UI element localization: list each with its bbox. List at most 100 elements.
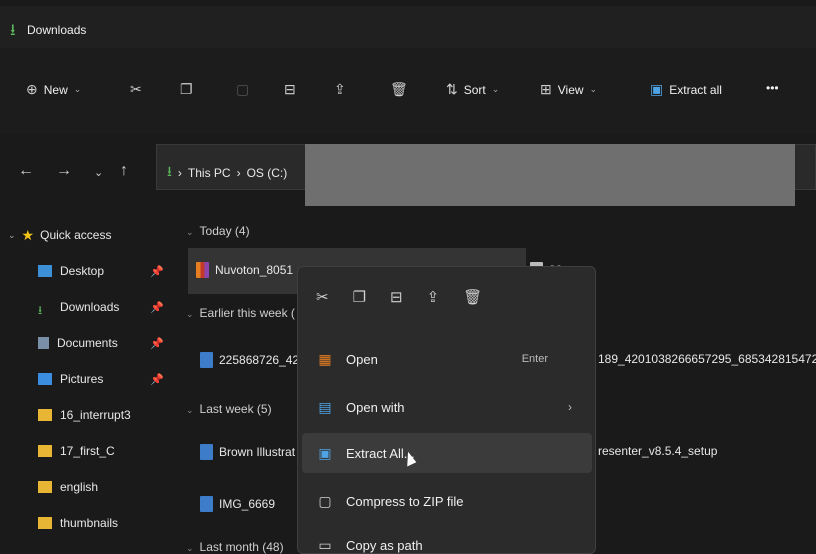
chevron-down-icon: ⌄ [73,84,82,94]
folder-icon [38,409,52,421]
menu-item-open-with[interactable]: ▤ Open with › [302,387,592,427]
menu-item-label: Compress to ZIP file [346,493,464,509]
forward-arrow-icon[interactable]: → [56,162,72,180]
sidebar-item-thumbnails[interactable]: thumbnails [0,510,178,536]
navigation-pane: ⌄ ★ Quick access Desktop 📌 ⭳ Downloads 📌… [0,212,178,554]
folder-icon [38,445,52,457]
rename-icon: ⊟ [284,81,296,97]
crumb-os-c[interactable]: OS (C:) [247,166,288,180]
new-button[interactable]: ⊕ New ⌄ [26,81,81,98]
download-icon: ⭳ [167,163,172,179]
chevron-right-icon: › [177,166,182,180]
group-header-earlier[interactable]: ⌄ Earlier this week ( [186,306,295,320]
copy-icon: ❐ [180,81,193,97]
file-189[interactable]: 189_4201038266657295_685342815472 [598,352,816,366]
group-header-last-month[interactable]: ⌄ Last month (48) [186,540,284,554]
sidebar-item-label: thumbnails [60,516,119,530]
image-icon [200,352,213,368]
sidebar-item-quick-access[interactable]: ⌄ ★ Quick access [0,222,178,248]
pictures-icon [38,373,52,385]
more-button[interactable]: ••• [766,81,779,95]
copy-icon[interactable]: ❐ [353,288,366,306]
sidebar-item-17-first-c[interactable]: 17_first_C [0,438,178,464]
sort-label: Sort [463,82,486,97]
share-button[interactable]: ⇪ [334,81,346,98]
file-name: 189_4201038266657295_685342815472 [598,352,816,366]
chevron-down-icon: ⌄ [589,84,598,94]
recent-chevron-icon[interactable]: ⌄ [94,166,103,179]
group-header-last-week[interactable]: ⌄ Last week (5) [186,402,272,416]
view-label: View [557,82,584,97]
paste-button[interactable]: ▢ [236,81,249,98]
scissors-icon: ✂ [130,81,142,97]
view-button[interactable]: ⊞ View ⌄ [540,81,597,98]
menu-item-compress-zip[interactable]: ▢ Compress to ZIP file [302,481,592,521]
rename-button[interactable]: ⊟ [284,81,296,98]
pin-icon: 📌 [150,265,164,278]
sidebar-item-label: english [60,480,99,494]
menu-item-open[interactable]: ▦ Open Enter [302,339,592,379]
file-name: resenter_v8.5.4_setup [598,444,718,458]
file-name: Brown Illustrat [219,445,296,459]
sidebar-item-label: Downloads [60,300,120,314]
menu-item-extract-all[interactable]: ▣ Extract All... [302,433,592,473]
sidebar-item-documents[interactable]: Documents 📌 [0,330,178,356]
back-arrow-icon[interactable]: ← [18,162,34,180]
extract-icon: ▣ [650,81,664,97]
sidebar-item-desktop[interactable]: Desktop 📌 [0,258,178,284]
rename-icon[interactable]: ⊟ [390,288,403,306]
sidebar-item-label: Desktop [60,264,105,278]
sort-icon: ⇅ [446,81,458,97]
file-nuvoton[interactable]: Nuvoton_8051 [196,262,293,278]
chevron-down-icon: ⌄ [8,229,16,240]
breadcrumb: ⭳ › This PC › OS (C:) [167,161,287,185]
extract-all-button[interactable]: ▣ Extract all [650,81,722,98]
crumb-this-pc[interactable]: This PC [188,166,231,180]
context-menu-icon-row: ✂ ❐ ⊟ ⇪ 🗑 [298,267,597,327]
more-icon: ••• [766,81,779,95]
file-225868726[interactable]: 225868726_42 [200,352,299,368]
trash-icon[interactable]: 🗑 [463,288,482,306]
image-icon [200,444,213,460]
command-bar: ⊕ New ⌄ ✂ ❐ ▢ ⊟ ⇪ 🗑 ⇅ Sort ⌄ ⊞ View ⌄ ▣ … [0,48,816,134]
download-icon: ⭳ [38,303,43,317]
trash-icon: 🗑 [390,81,408,97]
open-with-icon: ▤ [318,398,332,415]
up-arrow-icon[interactable]: ↑ [120,162,128,180]
group-header-today[interactable]: ⌄ Today (4) [186,224,250,238]
grid-icon: ⊞ [540,81,552,97]
new-label: New [43,82,68,97]
copy-button[interactable]: ❐ [180,81,193,98]
share-icon[interactable]: ⇪ [427,288,440,306]
title-bar: ⭳ Downloads [0,6,816,48]
file-presenter-setup[interactable]: resenter_v8.5.4_setup [598,444,717,458]
sort-button[interactable]: ⇅ Sort ⌄ [446,81,499,98]
menu-item-label: Copy as path [346,537,423,553]
document-icon [38,337,49,349]
file-brown-illustration[interactable]: Brown Illustrat [200,444,295,460]
chevron-down-icon: ⌄ [186,227,194,237]
redaction-block [305,144,795,206]
extract-all-label: Extract all [669,82,722,97]
file-img-6669[interactable]: IMG_6669 [200,496,275,512]
menu-item-label: Open [346,351,378,367]
sidebar-item-pictures[interactable]: Pictures 📌 [0,366,178,392]
group-label: Earlier this week ( [199,306,295,320]
pin-icon: 📌 [150,337,164,350]
sidebar-item-english[interactable]: english [0,474,178,500]
file-name: Nuvoton_8051 [215,263,294,277]
paste-icon: ▢ [236,81,250,97]
chevron-right-icon: › [568,400,572,414]
menu-item-copy-path[interactable]: ▭ Copy as path [302,525,592,554]
cut-button[interactable]: ✂ [130,81,142,98]
context-menu: ✂ ❐ ⊟ ⇪ 🗑 ▦ Open Enter ▤ Open with › ▣ E… [297,266,596,554]
group-label: Today (4) [199,224,250,238]
sidebar-item-downloads[interactable]: ⭳ Downloads 📌 [0,294,178,320]
chevron-down-icon: ⌄ [491,84,500,94]
group-label: Last week (5) [199,402,272,416]
delete-button[interactable]: 🗑 [390,81,408,98]
scissors-icon[interactable]: ✂ [316,288,329,306]
zip-icon: ▦ [318,350,332,367]
folder-icon [38,517,52,529]
sidebar-item-16-interrupt3[interactable]: 16_interrupt3 [0,402,178,428]
